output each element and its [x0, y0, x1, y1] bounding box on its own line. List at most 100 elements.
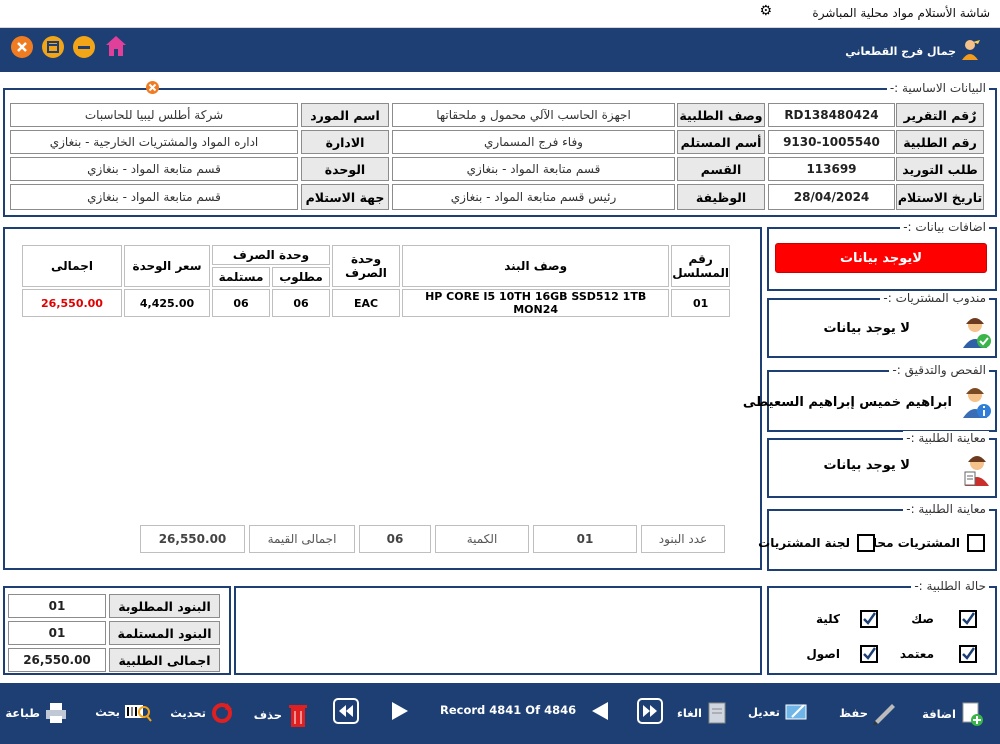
- check-icon: [863, 647, 876, 660]
- minimize-icon: [78, 46, 90, 49]
- job-label: الوظيفة: [677, 184, 765, 210]
- user-name: جمال فرج القطعاني: [845, 45, 956, 58]
- req-items-label: البنود المطلوبة: [109, 594, 220, 618]
- col-unit-header: وحدة الصرف: [332, 245, 400, 287]
- supply-field[interactable]: 113699: [768, 157, 895, 181]
- receive-date-label: تاريخ الاستلام: [896, 184, 984, 210]
- check-icon: [863, 612, 876, 625]
- report-no-label: رٌقم التقرير: [896, 103, 984, 127]
- admin-field[interactable]: اداره المواد والمشتريات الخارجية - بنغاز…: [10, 130, 298, 154]
- minimize-button[interactable]: [73, 36, 95, 58]
- cancel-button[interactable]: الغاء: [677, 701, 728, 725]
- add-button-label: اضافة: [922, 707, 956, 721]
- req-desc-field[interactable]: اجهزة الحاسب الآلي محمول و ملحقاتها: [392, 103, 675, 127]
- close-button[interactable]: [11, 36, 33, 58]
- total-checkbox[interactable]: [860, 610, 878, 628]
- section-field[interactable]: قسم متابعة المواد - بنغازي: [392, 157, 675, 181]
- row-serial: 01: [671, 289, 730, 317]
- print-button[interactable]: طباعة: [5, 701, 68, 725]
- refresh-button-label: تحديث: [170, 706, 206, 720]
- col-serial-header: رقم المسلسل: [671, 245, 730, 287]
- cancel-document-icon: [708, 702, 726, 724]
- request-review-name: لا يوجد بيانات: [823, 458, 910, 473]
- items-count-value: 01: [533, 525, 637, 553]
- status-title: حالة الطلبية :-: [911, 579, 989, 593]
- save-button[interactable]: حفظ: [839, 701, 898, 725]
- supplier-label: اسم المورد: [301, 103, 389, 127]
- edit-icon: [785, 704, 807, 720]
- row-price: 4,425.00: [124, 289, 210, 317]
- inspection-title: الفحص والتدقيق :-: [889, 363, 989, 377]
- original-label: اصول: [806, 647, 840, 661]
- close-icon: [17, 42, 27, 52]
- col-received-header: مستلمة: [212, 267, 270, 287]
- check-label: صك: [911, 612, 934, 626]
- report-no-field[interactable]: RD138480424: [768, 103, 895, 127]
- user-avatar-icon: [962, 40, 980, 60]
- table-row[interactable]: 26,550.00 4,425.00 06 06 EAC HP CORE I5 …: [22, 289, 730, 317]
- add-document-icon: [962, 702, 983, 726]
- col-disp-unit-header: وحدة الصرف: [212, 245, 330, 265]
- grand-total-label: اجمالى الطلبية: [109, 648, 220, 672]
- trash-icon: [289, 705, 307, 727]
- recv-party-field[interactable]: قسم متابعة المواد - بنغازي: [10, 184, 298, 210]
- supplier-field[interactable]: شركة أطلس ليبيا للحاسبات: [10, 103, 298, 127]
- supply-label: طلب التوريد: [896, 157, 984, 181]
- receiver-label: أسم المستلم: [677, 130, 765, 154]
- clear-icon[interactable]: [146, 81, 159, 94]
- home-button[interactable]: [104, 34, 126, 56]
- receive-date-field[interactable]: 28/04/2024: [768, 184, 895, 210]
- first-record-button[interactable]: [333, 698, 359, 724]
- user-document-icon: [964, 456, 989, 486]
- check-checkbox[interactable]: [959, 610, 977, 628]
- original-checkbox[interactable]: [860, 645, 878, 663]
- req-items-value: 01: [8, 594, 106, 618]
- recv-items-value: 01: [8, 621, 106, 645]
- prev-record-arrow[interactable]: [390, 700, 410, 722]
- next-record-arrow[interactable]: [590, 700, 610, 722]
- gear-icon: ⚙: [759, 3, 772, 19]
- request-no-field[interactable]: 9130-1005540: [768, 130, 895, 154]
- grand-total-value: 26,550.00: [8, 648, 106, 672]
- window-title: شاشة الأستلام مواد محلية المباشرة: [812, 6, 990, 20]
- add-button[interactable]: اضافة: [922, 701, 986, 727]
- row-unit: EAC: [332, 289, 400, 317]
- job-field[interactable]: رئيس قسم متابعة المواد - بنغازي: [392, 184, 675, 210]
- recv-items-label: البنود المستلمة: [109, 621, 220, 645]
- row-desc: HP CORE I5 10TH 16GB SSD512 1TB MON24: [402, 289, 670, 317]
- delete-button[interactable]: حذف: [254, 701, 310, 729]
- check-icon: [962, 612, 975, 625]
- row-total: 26,550.00: [22, 289, 122, 317]
- search-icon: [125, 705, 152, 722]
- req-desc-label: وصف الطلبية: [677, 103, 765, 127]
- approved-checkbox[interactable]: [959, 645, 977, 663]
- search-button[interactable]: بحث: [95, 701, 152, 723]
- purchasing-rep-name: لا يوجد بيانات: [823, 321, 910, 336]
- refresh-button[interactable]: تحديث: [170, 701, 234, 725]
- committee-checkbox[interactable]: [857, 534, 875, 552]
- receiver-field[interactable]: وفاء فرج المسماري: [392, 130, 675, 154]
- row-required: 06: [272, 289, 330, 317]
- user-info-icon: [963, 388, 991, 418]
- local-purchases-label: المشتريات محلية: [860, 536, 960, 550]
- admin-label: الادارة: [301, 130, 389, 154]
- maximize-button[interactable]: [42, 36, 64, 58]
- maximize-icon: [47, 41, 59, 53]
- qty-label: الكمية: [435, 525, 529, 553]
- approved-label: معتمد: [899, 647, 934, 661]
- unit-field[interactable]: قسم متابعة المواد - بنغازي: [10, 157, 298, 181]
- last-record-button[interactable]: [637, 698, 663, 724]
- edit-button[interactable]: تعديل: [748, 701, 810, 723]
- purchasing-rep-title: مندوب المشتريات :-: [880, 291, 989, 305]
- additions-button[interactable]: لايوجد بيانات: [775, 243, 987, 273]
- print-button-label: طباعة: [5, 706, 40, 720]
- section-label: القسم: [677, 157, 765, 181]
- record-counter: Record 4841 Of 4846: [440, 703, 577, 717]
- recv-party-label: جهة الاستلام: [301, 184, 389, 210]
- notes-group: [234, 586, 762, 675]
- committee-label: لجنة المشتريات: [758, 536, 850, 550]
- home-icon: [106, 36, 126, 56]
- request-review-title: معاينة الطلبية :-: [903, 431, 989, 445]
- local-purchases-checkbox[interactable]: [967, 534, 985, 552]
- items-count-label: عدد البنود: [641, 525, 725, 553]
